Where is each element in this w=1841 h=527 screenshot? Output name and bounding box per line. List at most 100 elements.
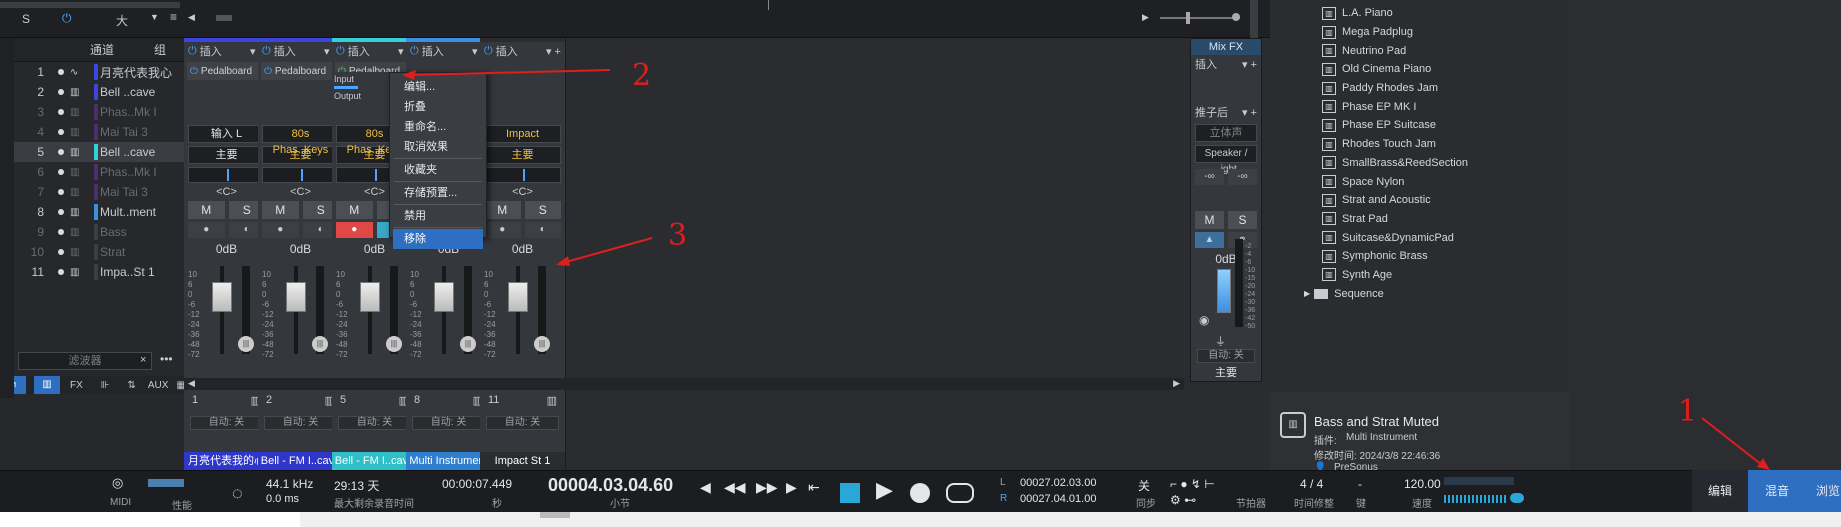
- insert-slot[interactable]: ⏻ Pedalboard: [187, 62, 266, 80]
- time-signature[interactable]: 4 / 4: [1300, 477, 1323, 491]
- channel-list-row[interactable]: 7 ▥ Mai Tai 3: [0, 182, 211, 202]
- forward-end-icon[interactable]: ▶: [786, 479, 797, 496]
- browser-preset-item[interactable]: ▥ Strat and Acoustic: [1270, 191, 1570, 210]
- strip-name[interactable]: Bell - FM I..cave: [258, 452, 343, 470]
- mute-button[interactable]: M: [336, 201, 373, 219]
- timeline-scrollbar[interactable]: [216, 15, 232, 21]
- mix-fx-selector[interactable]: Mix FX: [1191, 39, 1261, 55]
- record-dot-icon[interactable]: [58, 169, 64, 175]
- record-dot-icon[interactable]: [58, 69, 64, 75]
- record-dot-icon[interactable]: [58, 149, 64, 155]
- input-selector[interactable]: 80s Phas..Keys: [262, 125, 339, 156]
- scroll-right-icon[interactable]: ▶: [1142, 12, 1149, 23]
- mute-button[interactable]: M: [262, 201, 299, 219]
- sync-value[interactable]: 关: [1138, 477, 1150, 494]
- insert-header[interactable]: ⏻插入▾ +: [332, 42, 417, 60]
- rewind-icon[interactable]: ◀◀: [724, 479, 746, 496]
- main-automation-mode[interactable]: 自动: 关: [1197, 349, 1255, 363]
- input-selector[interactable]: 输入 L: [188, 125, 265, 143]
- menu-item-store-preset[interactable]: 存储预置...: [390, 183, 486, 203]
- menu-icon[interactable]: ≡: [170, 10, 177, 24]
- input-selector[interactable]: Impact: [484, 125, 561, 143]
- power-icon[interactable]: ⏻: [264, 66, 272, 77]
- chevron-right-icon[interactable]: ▶: [1304, 289, 1310, 298]
- channel-list-row[interactable]: 10 ▥ Strat: [0, 242, 211, 262]
- loop-button[interactable]: [946, 483, 974, 503]
- channel-list-row[interactable]: 9 ▥ Bass: [0, 222, 211, 242]
- menu-item-remove[interactable]: 移除: [393, 229, 483, 249]
- power-icon[interactable]: ⏻: [484, 45, 493, 58]
- pan-value[interactable]: <C>: [258, 186, 343, 198]
- record-arm-icon[interactable]: ●: [336, 222, 373, 238]
- fader-knob[interactable]: [286, 282, 306, 312]
- record-dot-icon[interactable]: [58, 269, 64, 275]
- volume-fader[interactable]: 10 6 0 -6 -12 -24 -36 -48 -72 |||: [184, 262, 269, 362]
- insert-header[interactable]: ⏻插入▾ +: [184, 42, 269, 60]
- loop-start[interactable]: 00027.02.03.00: [1020, 477, 1096, 489]
- insert-add-icon[interactable]: ▾ +: [546, 45, 561, 58]
- menu-item-favorites[interactable]: 收藏夹: [390, 160, 486, 180]
- power-icon[interactable]: ⏻: [410, 45, 419, 58]
- play-button[interactable]: ▶: [876, 477, 893, 503]
- mix-view-button[interactable]: 混音: [1748, 470, 1806, 512]
- record-dot-icon[interactable]: [58, 209, 64, 215]
- post-fader-header[interactable]: 推子后 ▾ +: [1191, 103, 1261, 121]
- close-icon[interactable]: ×: [140, 354, 146, 366]
- automation-mode[interactable]: 自动: 关: [190, 416, 263, 430]
- monitor-icon[interactable]: ◐: [524, 222, 561, 238]
- channel-list-row[interactable]: 8 ▥ Mult..ment: [0, 202, 211, 222]
- volume-fader[interactable]: 10 6 0 -6 -12 -24 -36 -48 -72 |||: [258, 262, 343, 362]
- zoom-slider-handle[interactable]: [1186, 12, 1190, 24]
- chevron-down-icon[interactable]: ▼: [150, 12, 159, 22]
- edit-view-button[interactable]: 编辑: [1692, 470, 1748, 512]
- channel-list-row[interactable]: 6 ▥ Phas..Mk I: [0, 162, 211, 182]
- browser-preset-item[interactable]: ▥ L.A. Piano: [1270, 4, 1570, 23]
- power-icon[interactable]: ⏻: [188, 45, 197, 58]
- size-selector-large[interactable]: 大: [116, 12, 128, 29]
- channel-list-row[interactable]: 1 ∿ 月亮代表我心: [0, 62, 211, 82]
- power-icon[interactable]: ⏻: [190, 66, 198, 77]
- main-fader-knob[interactable]: [1217, 269, 1231, 313]
- fader-knob[interactable]: [434, 282, 454, 312]
- main-automation-icon[interactable]: ◉: [1199, 313, 1209, 327]
- folder-sequence[interactable]: ▶ Sequence: [1270, 284, 1570, 303]
- scroll-right-icon[interactable]: ▶: [1173, 378, 1180, 389]
- main-insert-header[interactable]: 插入 ▾ +: [1191, 55, 1261, 73]
- automation-mode[interactable]: 自动: 关: [486, 416, 559, 430]
- vca-tab-icon[interactable]: ⇅: [128, 380, 136, 391]
- automation-read-icon[interactable]: |||: [386, 336, 402, 352]
- power-icon[interactable]: ⏻: [262, 45, 271, 58]
- automation-read-icon[interactable]: |||: [238, 336, 254, 352]
- power-icon[interactable]: ⏻: [336, 45, 345, 58]
- browser-preset-item[interactable]: ▥ Neutrino Pad: [1270, 41, 1570, 60]
- mute-button[interactable]: M: [484, 201, 521, 219]
- browser-preset-item[interactable]: ▥ Synth Age: [1270, 266, 1570, 285]
- record-dot-icon[interactable]: [58, 229, 64, 235]
- channel-list-row[interactable]: 3 ▥ Phas..Mk I: [0, 102, 211, 122]
- record-arm-icon[interactable]: ●: [262, 222, 299, 238]
- channel-list-row[interactable]: 4 ▥ Mai Tai 3: [0, 122, 211, 142]
- time-unit-selector[interactable]: 秒: [492, 495, 502, 510]
- pan-value[interactable]: <C>: [480, 186, 565, 198]
- bus-tab-icon[interactable]: ⊪: [101, 380, 110, 391]
- channel-list-row[interactable]: 2 ▥ Bell ..cave: [0, 82, 211, 102]
- channel-list-row[interactable]: 5 ▥ Bell ..cave: [0, 142, 211, 162]
- fader-knob[interactable]: [508, 282, 528, 312]
- main-mute-button[interactable]: M: [1195, 211, 1224, 229]
- strip-name[interactable]: 月亮代表我的心: [184, 452, 269, 470]
- volume-fader[interactable]: 10 6 0 -6 -12 -24 -36 -48 -72 |||: [332, 262, 417, 362]
- more-icon[interactable]: •••: [160, 352, 173, 366]
- record-button[interactable]: [910, 483, 930, 503]
- browser-preset-item[interactable]: ▥ Symphonic Brass: [1270, 247, 1570, 266]
- pan-knob[interactable]: [262, 167, 339, 183]
- menu-item-cancel-effect[interactable]: 取消效果: [390, 137, 486, 157]
- pan-knob[interactable]: [188, 167, 265, 183]
- insert-slot[interactable]: ⏻ Pedalboard: [261, 62, 340, 80]
- browser-preset-item[interactable]: ▥ Space Nylon: [1270, 172, 1570, 191]
- rewind-start-icon[interactable]: ◀: [700, 479, 711, 496]
- fader-knob[interactable]: [360, 282, 380, 312]
- fast-forward-icon[interactable]: ▶▶: [756, 479, 778, 496]
- strip-name[interactable]: Impact St 1: [480, 452, 565, 470]
- stereo-button[interactable]: 立体声: [1195, 124, 1257, 142]
- browser-preset-item[interactable]: ▥ Mega Padplug: [1270, 23, 1570, 42]
